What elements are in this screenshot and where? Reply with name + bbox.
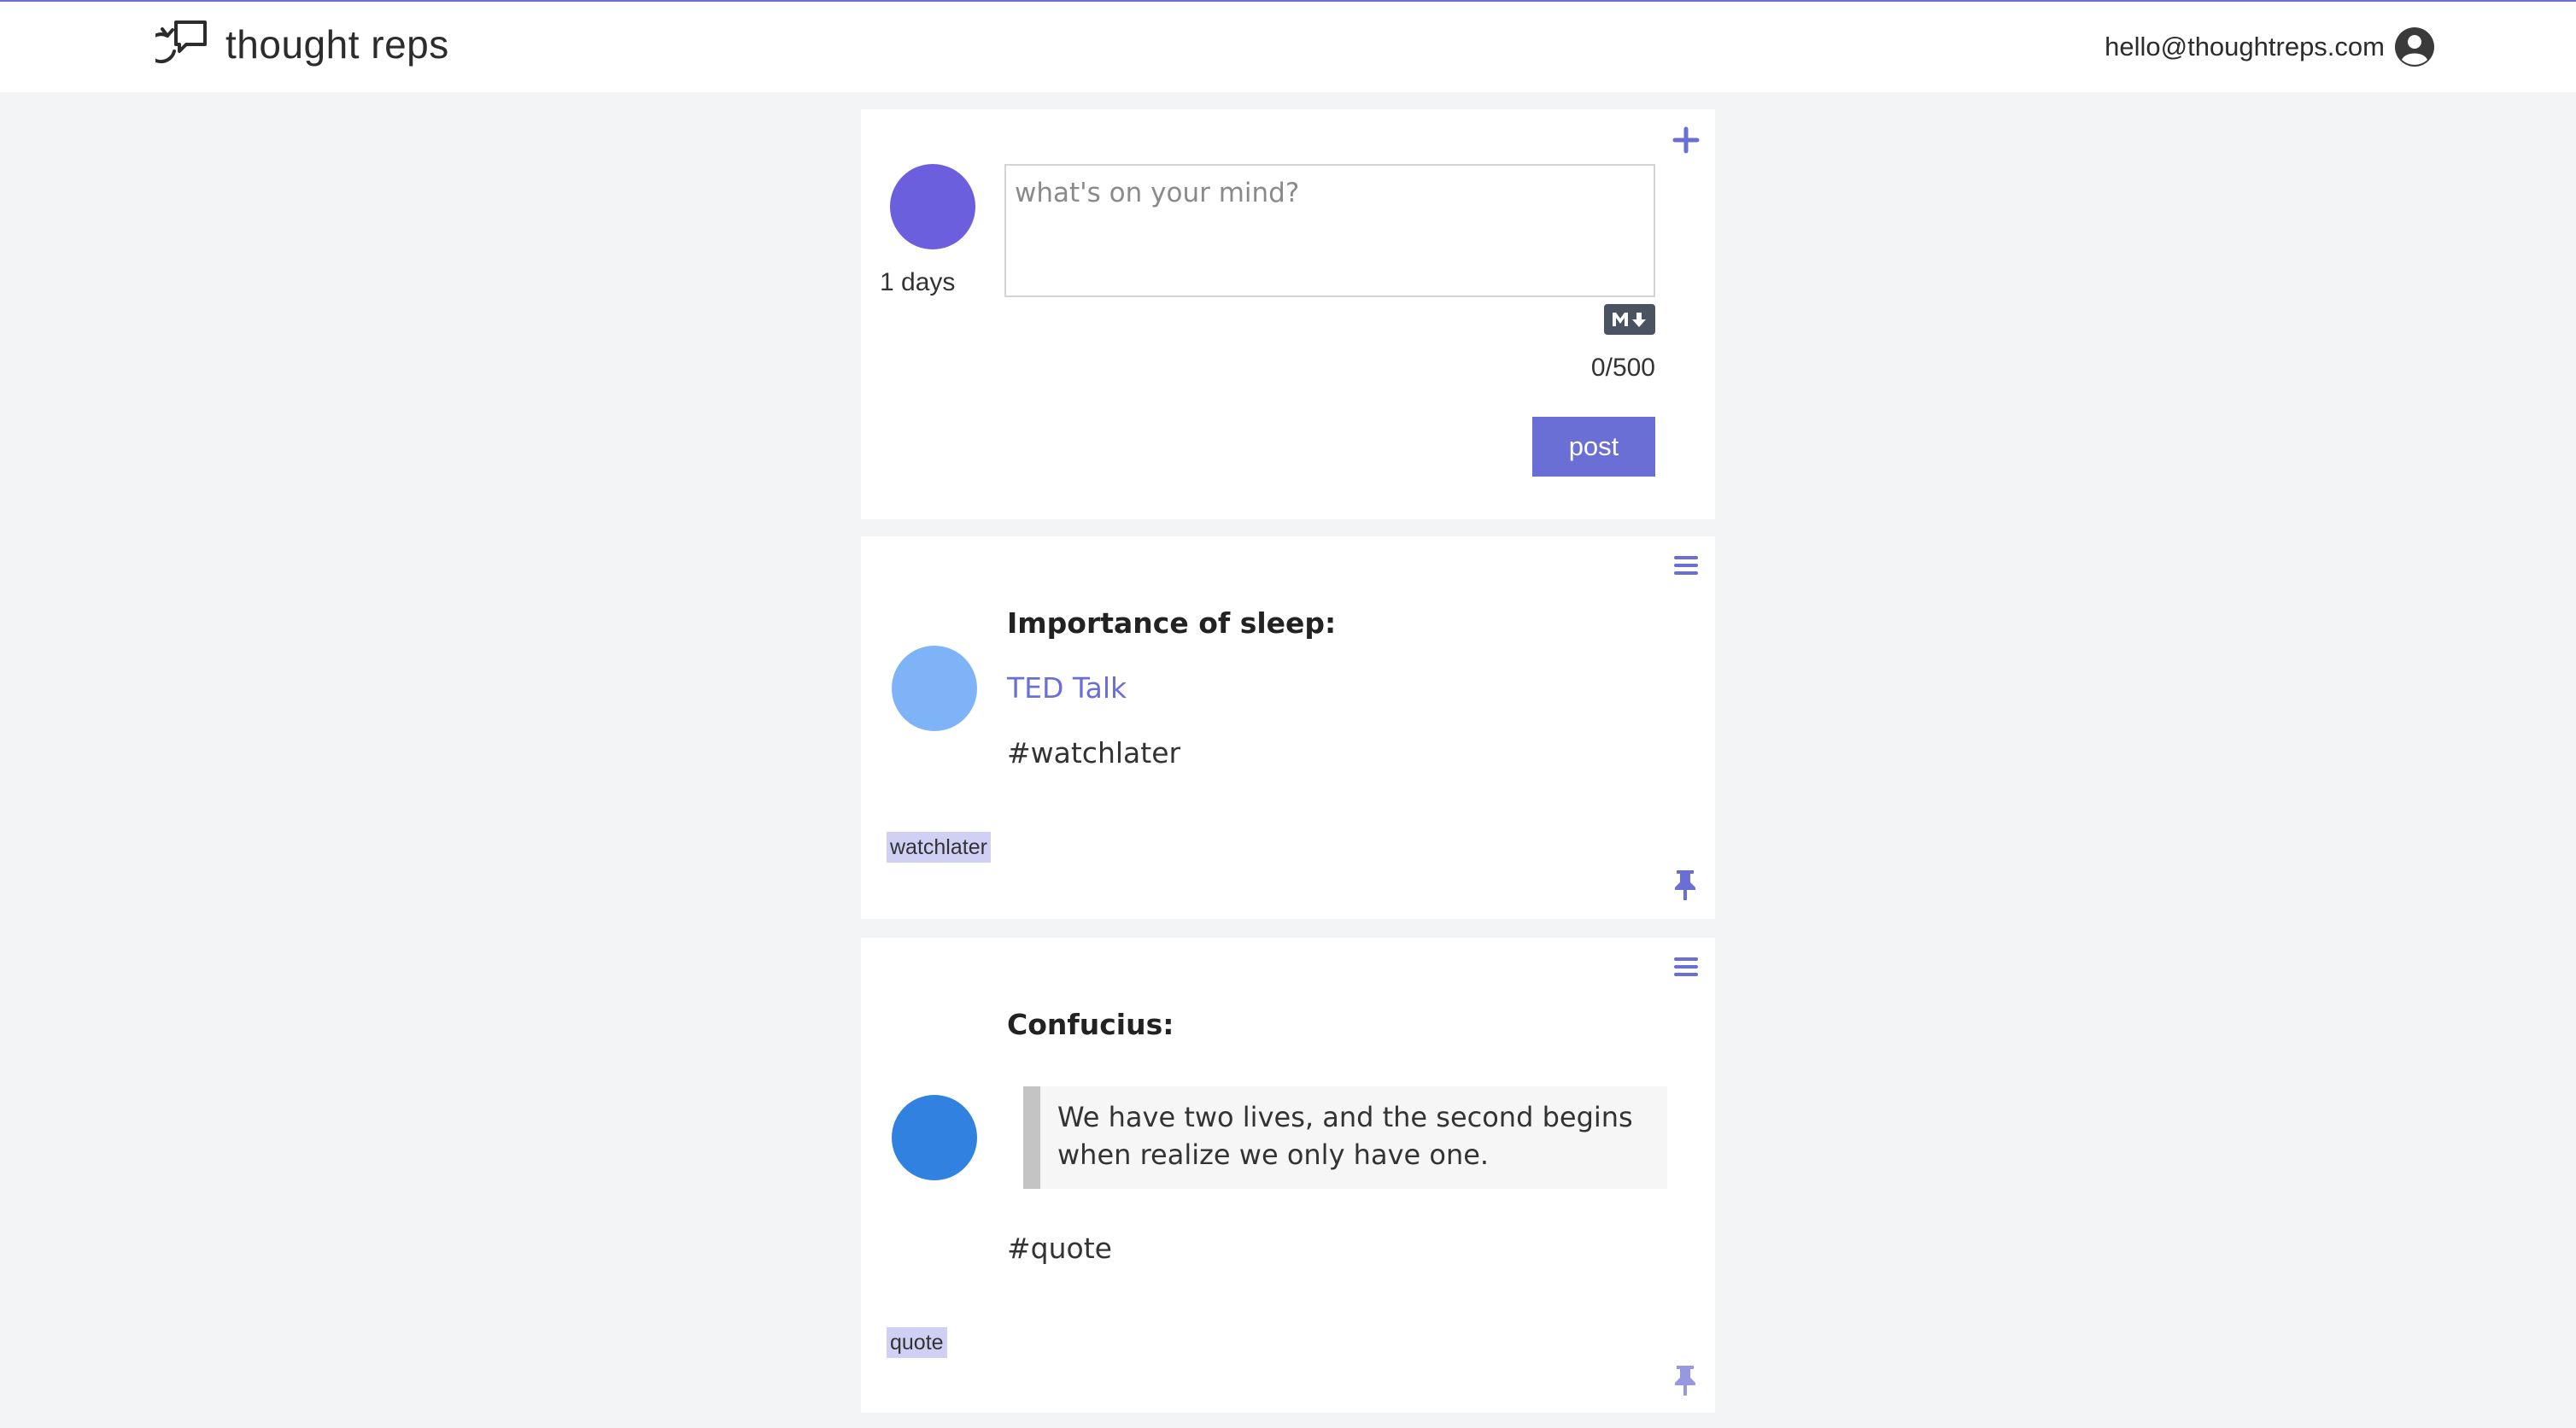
pin-icon[interactable]	[1671, 1363, 1700, 1397]
tag-chip[interactable]: watchlater	[887, 832, 991, 863]
post-hashtag: #watchlater	[1007, 736, 1181, 770]
post-title: Confucius:	[1007, 1008, 1174, 1041]
author-avatar	[892, 1095, 977, 1180]
account-menu[interactable]: hello@thoughtreps.com	[2105, 26, 2436, 68]
markdown-icon	[1604, 304, 1655, 335]
post-button[interactable]: post	[1532, 417, 1655, 477]
pin-icon[interactable]	[1671, 868, 1700, 902]
post-quote: We have two lives, and the second begins…	[1023, 1086, 1667, 1189]
brand[interactable]: thought reps	[155, 17, 449, 72]
plus-icon[interactable]	[1671, 125, 1701, 155]
brand-name: thought reps	[225, 22, 449, 67]
account-email: hello@thoughtreps.com	[2105, 32, 2385, 61]
thought-reps-logo-icon	[155, 20, 207, 64]
thought-card: Confucius: We have two lives, and the se…	[861, 938, 1715, 1413]
user-circle-icon[interactable]	[2393, 26, 2436, 68]
post-link[interactable]: TED Talk	[1007, 671, 1127, 705]
menu-icon[interactable]	[1671, 550, 1701, 581]
post-title: Importance of sleep:	[1007, 606, 1337, 640]
top-navbar: thought reps hello@thoughtreps.com	[0, 0, 2576, 92]
composer-avatar	[890, 164, 975, 249]
character-count: 0/500	[1590, 354, 1655, 382]
menu-icon[interactable]	[1671, 951, 1701, 982]
post-hashtag: #quote	[1007, 1232, 1112, 1265]
thought-input[interactable]	[1004, 164, 1655, 297]
author-avatar	[892, 646, 977, 731]
composer-card: 1 days 0/500 post	[861, 109, 1715, 519]
thought-card: Importance of sleep: TED Talk #watchlate…	[861, 536, 1715, 919]
streak-days: 1 days	[880, 268, 956, 296]
tag-chip[interactable]: quote	[887, 1327, 947, 1358]
